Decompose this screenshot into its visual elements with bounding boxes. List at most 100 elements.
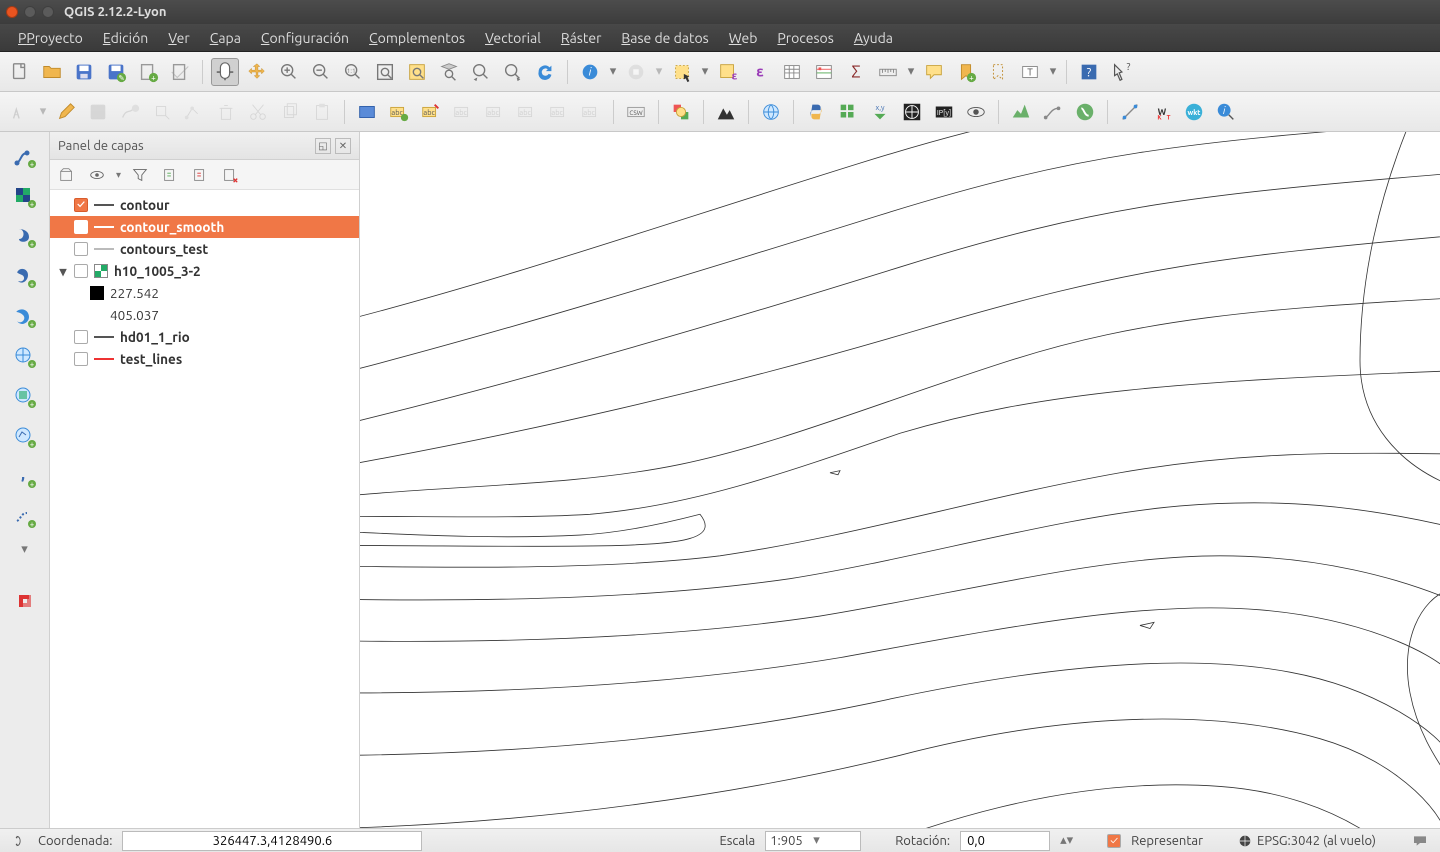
- layer-collapse-button[interactable]: [189, 164, 211, 186]
- layer-row-testlines[interactable]: test_lines: [50, 348, 359, 370]
- window-close-icon[interactable]: [6, 6, 18, 18]
- add-spatialite-button[interactable]: +: [10, 262, 40, 292]
- layer-row-hd01[interactable]: hd01_1_rio: [50, 326, 359, 348]
- plugin-grid-button[interactable]: [834, 98, 862, 126]
- pan-to-selection-button[interactable]: [243, 58, 271, 86]
- select-by-expression-button[interactable]: ε: [714, 58, 742, 86]
- crs-button[interactable]: EPSG:3042 (al vuelo): [1237, 833, 1376, 849]
- add-pyqgis-button[interactable]: [10, 586, 40, 616]
- layer-row-contour-smooth[interactable]: contour_smooth: [50, 216, 359, 238]
- panel-undock-button[interactable]: ◱: [315, 138, 331, 154]
- add-wms-button[interactable]: +: [10, 342, 40, 372]
- layer-row-contours-test[interactable]: contours_test: [50, 238, 359, 260]
- save-as-button[interactable]: ✎: [102, 58, 130, 86]
- layer-remove-button[interactable]: [219, 164, 241, 186]
- layer-visibility-button[interactable]: [86, 164, 108, 186]
- field-calculator-button[interactable]: [810, 58, 838, 86]
- text-annotation-button[interactable]: T: [1016, 58, 1044, 86]
- plugin-info-button[interactable]: i: [1212, 98, 1240, 126]
- plugin-python-button[interactable]: [802, 98, 830, 126]
- coord-input[interactable]: [122, 831, 422, 851]
- layer-add-group-button[interactable]: [56, 164, 78, 186]
- raster-class-row[interactable]: 227.542: [50, 282, 359, 304]
- statistics-button[interactable]: Σ: [842, 58, 870, 86]
- menu-raster[interactable]: Ráster: [551, 30, 611, 46]
- deselect-button[interactable]: ε: [746, 58, 774, 86]
- open-table-button[interactable]: [778, 58, 806, 86]
- measure-button[interactable]: [874, 58, 902, 86]
- plugin-line-button[interactable]: [1039, 98, 1067, 126]
- save-project-button[interactable]: [70, 58, 98, 86]
- menu-ver[interactable]: Ver: [158, 30, 199, 46]
- menu-web[interactable]: Web: [719, 30, 768, 46]
- add-mssql-button[interactable]: +: [10, 302, 40, 332]
- new-project-button[interactable]: [6, 58, 34, 86]
- label-layer-button[interactable]: abc: [385, 98, 413, 126]
- plugin-ipython-button[interactable]: IP[y]: [930, 98, 958, 126]
- pan-button[interactable]: [211, 58, 239, 86]
- layer-checkbox[interactable]: [74, 242, 88, 256]
- new-print-composer-button[interactable]: +: [134, 58, 162, 86]
- menu-ayuda[interactable]: Ayuda: [844, 30, 903, 46]
- zoom-full-button[interactable]: [371, 58, 399, 86]
- zoom-in-button[interactable]: [275, 58, 303, 86]
- layer-checkbox[interactable]: [74, 220, 88, 234]
- menu-configuracion[interactable]: Configuración: [251, 30, 359, 46]
- plugin-terrain-button[interactable]: [712, 98, 740, 126]
- zoom-native-button[interactable]: 1:1: [339, 58, 367, 86]
- zoom-layer-button[interactable]: [435, 58, 463, 86]
- plugin-web-button[interactable]: [898, 98, 926, 126]
- scale-combo[interactable]: 1:905 ▾: [765, 831, 861, 851]
- plugin-wkt2-button[interactable]: wkt: [1180, 98, 1208, 126]
- raster-class-row[interactable]: 405.037: [50, 304, 359, 326]
- add-raster-button[interactable]: +: [10, 182, 40, 212]
- add-wcs-button[interactable]: +: [10, 382, 40, 412]
- plugin-checker-button[interactable]: [667, 98, 695, 126]
- messages-icon[interactable]: [1410, 833, 1430, 849]
- expand-icon[interactable]: ▾: [56, 263, 70, 280]
- plugin-wkt-button[interactable]: WTK: [1148, 98, 1176, 126]
- plugin-qgis2web-button[interactable]: [1071, 98, 1099, 126]
- help-button[interactable]: ?: [1075, 58, 1103, 86]
- add-vector-button[interactable]: +: [10, 142, 40, 172]
- menu-proyecto[interactable]: PProyecto/*noop*/Proyecto: [8, 30, 93, 46]
- add-delimited-button[interactable]: ,+: [10, 462, 40, 492]
- whats-this-button[interactable]: ?: [1107, 58, 1135, 86]
- menu-complementos[interactable]: Complementos: [359, 30, 475, 46]
- label-tool-button[interactable]: [353, 98, 381, 126]
- csw-button[interactable]: CSW: [622, 98, 650, 126]
- toggle-editing-button[interactable]: [52, 98, 80, 126]
- add-postgis-button[interactable]: +: [10, 222, 40, 252]
- menu-procesos[interactable]: Procesos: [767, 30, 843, 46]
- show-bookmarks-button[interactable]: [984, 58, 1012, 86]
- zoom-next-button[interactable]: [499, 58, 527, 86]
- layer-expand-button[interactable]: [159, 164, 181, 186]
- zoom-selection-button[interactable]: [403, 58, 431, 86]
- plugin-diag-button[interactable]: [1116, 98, 1144, 126]
- add-wfs-button[interactable]: +: [10, 422, 40, 452]
- layer-filter-button[interactable]: [129, 164, 151, 186]
- annotation-dropdown[interactable]: ▾: [1048, 64, 1058, 79]
- identify-button[interactable]: i: [576, 58, 604, 86]
- plugin-coords-button[interactable]: x,y: [866, 98, 894, 126]
- rotation-input[interactable]: [960, 831, 1050, 851]
- layer-row-contour[interactable]: contour: [50, 194, 359, 216]
- menu-vectorial[interactable]: Vectorial: [475, 30, 551, 46]
- toggle-extents-icon[interactable]: [10, 834, 28, 848]
- layer-checkbox[interactable]: [74, 352, 88, 366]
- new-bookmark-button[interactable]: +: [952, 58, 980, 86]
- layer-checkbox[interactable]: [74, 264, 88, 278]
- refresh-button[interactable]: [531, 58, 559, 86]
- menu-basedatos[interactable]: Base de datos: [611, 30, 718, 46]
- layer-checkbox[interactable]: [74, 330, 88, 344]
- select-dropdown[interactable]: ▾: [700, 64, 710, 79]
- label-highlight-button[interactable]: abc: [417, 98, 445, 126]
- plugin-visibility-button[interactable]: [962, 98, 990, 126]
- window-maximize-icon[interactable]: [42, 6, 54, 18]
- map-canvas[interactable]: [360, 132, 1440, 828]
- zoom-last-button[interactable]: [467, 58, 495, 86]
- composer-manager-button[interactable]: [166, 58, 194, 86]
- plugin-profile-button[interactable]: [1007, 98, 1035, 126]
- add-virtual-button[interactable]: +: [10, 502, 40, 532]
- layer-checkbox[interactable]: [74, 198, 88, 212]
